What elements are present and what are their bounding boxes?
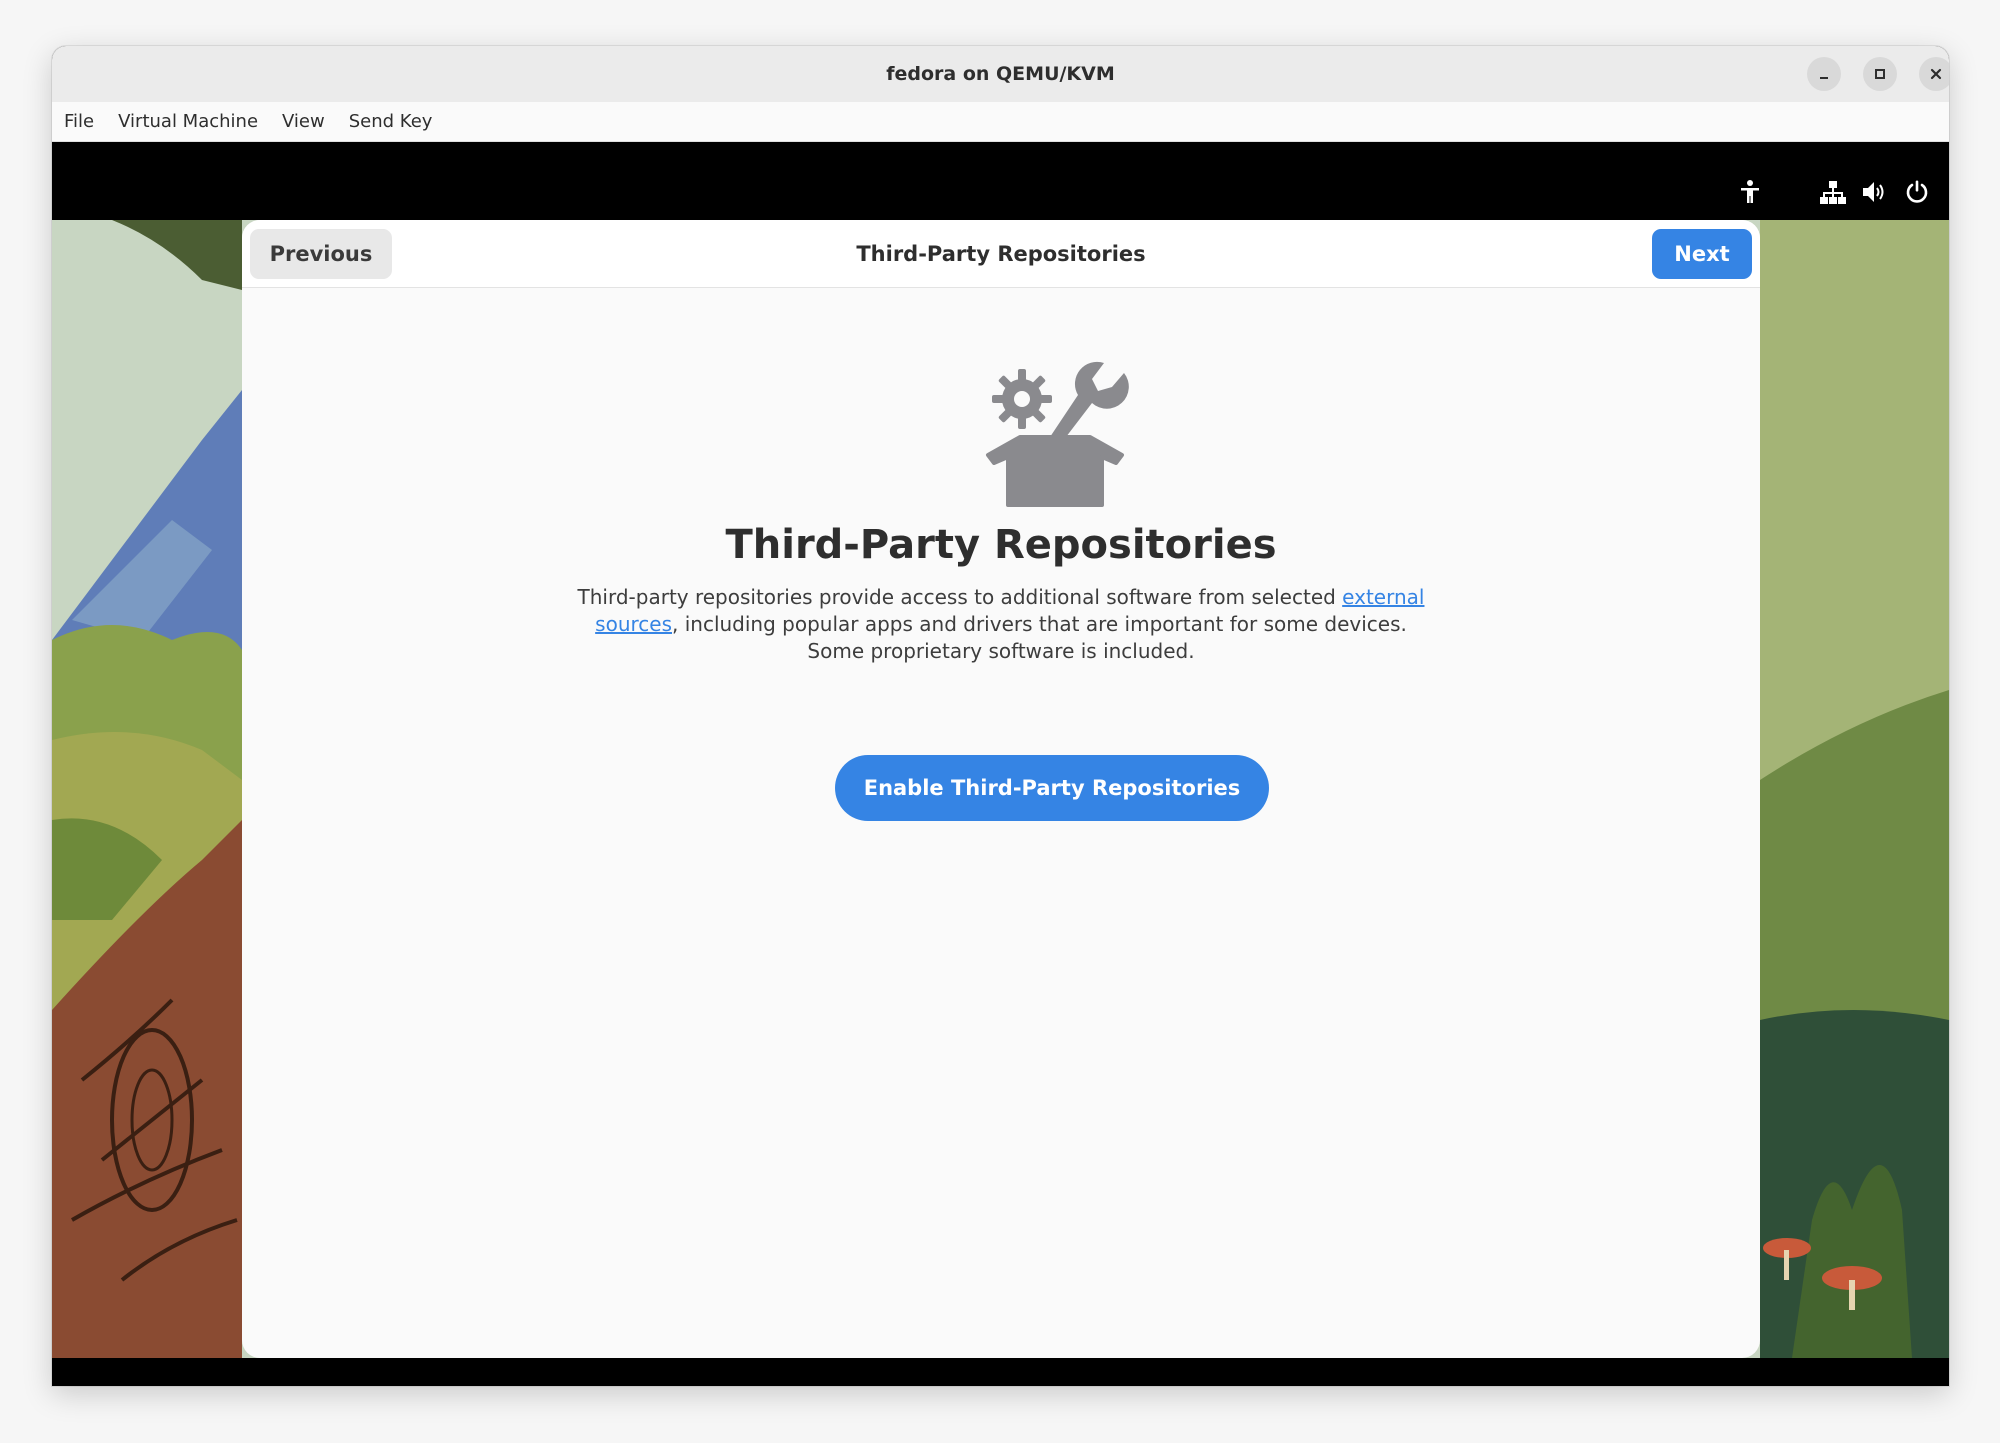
bottom-strip <box>52 1358 1949 1386</box>
vm-window: fedora on QEMU/KVM File Virtual Machine … <box>52 46 1949 1386</box>
description-text: Third-party repositories provide access … <box>564 584 1438 665</box>
maximize-icon <box>1875 69 1885 79</box>
menu-view[interactable]: View <box>282 111 325 132</box>
previous-button[interactable]: Previous <box>250 229 392 279</box>
description-part-1: Third-party repositories provide access … <box>577 585 1343 609</box>
network-icon[interactable] <box>1820 179 1846 205</box>
enable-repositories-button[interactable]: Enable Third-Party Repositories <box>835 755 1269 821</box>
minimize-button[interactable] <box>1807 57 1841 91</box>
title-bar[interactable]: fedora on QEMU/KVM <box>52 46 1949 102</box>
dialog-header: Previous Third-Party Repositories Next <box>242 220 1760 288</box>
minimize-icon <box>1820 77 1828 79</box>
power-icon[interactable] <box>1904 179 1930 205</box>
menu-file[interactable]: File <box>64 111 94 132</box>
volume-icon[interactable] <box>1861 179 1887 205</box>
gear-wrench-box-icon <box>986 361 1129 507</box>
system-top-panel <box>52 142 1949 220</box>
accessibility-icon[interactable] <box>1737 179 1763 205</box>
guest-display[interactable]: Previous Third-Party Repositories Next T… <box>52 142 1949 1386</box>
next-button[interactable]: Next <box>1652 229 1752 279</box>
description-part-2: , including popular apps and drivers tha… <box>672 612 1407 663</box>
header-title: Third-Party Repositories <box>856 241 1146 266</box>
close-button[interactable] <box>1919 57 1949 91</box>
setup-dialog: Previous Third-Party Repositories Next T… <box>242 220 1760 1358</box>
menu-send-key[interactable]: Send Key <box>349 111 433 132</box>
close-icon <box>1930 68 1942 80</box>
maximize-button[interactable] <box>1863 57 1897 91</box>
page-heading: Third-Party Repositories <box>725 522 1277 568</box>
window-title: fedora on QEMU/KVM <box>886 63 1115 85</box>
menu-bar: File Virtual Machine View Send Key <box>52 102 1949 142</box>
menu-virtual-machine[interactable]: Virtual Machine <box>118 111 258 132</box>
